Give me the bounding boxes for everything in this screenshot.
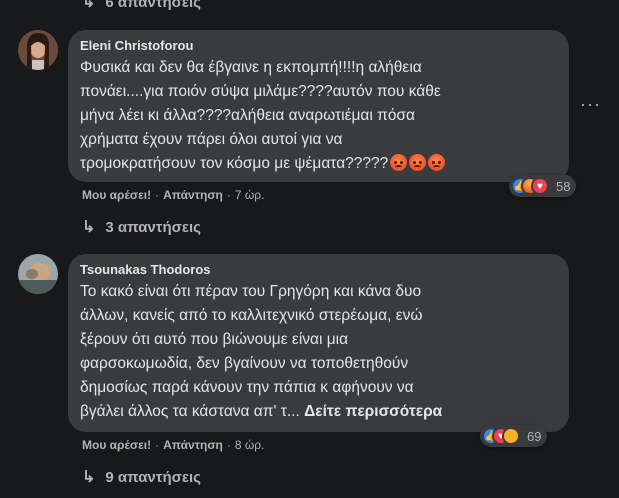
- reaction-icons: 👍 ♥: [482, 427, 520, 445]
- comment-line: Το κακό είναι ότι πέραν του Γρηγόρη και …: [80, 283, 422, 300]
- reaction-summary[interactable]: 👍 ♥ 58: [509, 175, 577, 197]
- angry-emoji-icon: [409, 154, 427, 171]
- comment-actions: Μου αρέσει! · Απάντηση · 7 ώρ.: [82, 188, 264, 202]
- comment-line: φαρσοκωμωδία, δεν βγαίνουν να τοποθετηθο…: [80, 355, 409, 372]
- view-replies-link[interactable]: ↳ 3 απαντήσεις: [82, 216, 201, 238]
- comment-author[interactable]: Eleni Christoforou: [80, 38, 557, 53]
- comment-text: Το κακό είναι ότι πέραν του Γρηγόρη και …: [80, 280, 557, 424]
- reaction-count: 58: [556, 178, 571, 194]
- comment-line: μήνα λέει κι άλλα????αλήθεια αναρωτιέμαι…: [80, 107, 415, 124]
- timestamp[interactable]: 8 ώρ.: [235, 438, 265, 452]
- comment-line: άλλων, κανείς από το καλλιτεχνικό στερέω…: [80, 307, 423, 324]
- comment-actions: Μου αρέσει! · Απάντηση · 8 ώρ.: [82, 438, 264, 452]
- love-reaction-icon: ♥: [531, 177, 549, 195]
- reply-arrow-icon: ↳: [82, 0, 96, 11]
- timestamp[interactable]: 7 ώρ.: [235, 188, 265, 202]
- reply-button[interactable]: Απάντηση: [163, 188, 223, 202]
- comment-text: Φυσικά και δεν θα έβγαινε η εκπομπή!!!!η…: [80, 56, 557, 176]
- angry-emoji-icon: [428, 154, 446, 171]
- comment-line: τρομοκρατήσουν τον κόσμο με ψέματα?????: [80, 152, 557, 176]
- replies-label: 3 απαντήσεις: [105, 218, 201, 236]
- more-options-icon[interactable]: ···: [580, 94, 601, 115]
- comment-line: ξέρουν ότι αυτό που βιώνουμε είναι μια: [80, 331, 349, 348]
- replies-label: 6 απαντήσεις: [105, 0, 201, 11]
- separator: ·: [226, 438, 231, 452]
- comment-line: Φυσικά και δεν θα έβγαινε η εκπομπή!!!!η…: [80, 59, 422, 76]
- reply-button[interactable]: Απάντηση: [163, 438, 223, 452]
- reaction-icons: 👍 ♥: [511, 177, 549, 195]
- comment-line: πονάει....για ποιόν σύψα μιλάμε????αυτόν…: [80, 83, 441, 100]
- view-replies-link[interactable]: ↳ 6 απαντήσεις: [82, 0, 201, 13]
- replies-label: 9 απαντήσεις: [105, 468, 201, 486]
- comment-line: χρήματα έχουν πάρει όλοι αυτοί για να: [80, 131, 343, 148]
- reaction-count: 69: [527, 428, 542, 444]
- comment-author[interactable]: Tsounakas Thodoros: [80, 262, 557, 277]
- avatar[interactable]: [18, 254, 58, 294]
- like-button[interactable]: Μου αρέσει!: [82, 188, 151, 202]
- separator: ·: [155, 438, 160, 452]
- comment-bubble: Eleni Christoforou Φυσικά και δεν θα έβγ…: [68, 30, 569, 182]
- separator: ·: [226, 188, 231, 202]
- comment-line: δημοσίως παρά κάνουν την πάπια κ αφήνουν…: [80, 379, 414, 396]
- comment-line-text: τρομοκρατήσουν τον κόσμο με ψέματα?????: [80, 155, 389, 172]
- view-replies-link[interactable]: ↳ 9 απαντήσεις: [82, 466, 201, 488]
- comment-line-text: βγάλει άλλος τα κάστανα απ' τ...: [80, 403, 300, 420]
- see-more-link[interactable]: Δείτε περισσότερα: [304, 403, 442, 420]
- angry-emoji-icon: [390, 154, 408, 171]
- separator: ·: [155, 188, 160, 202]
- comment-bubble: Tsounakas Thodoros Το κακό είναι ότι πέρ…: [68, 254, 569, 432]
- avatar[interactable]: [18, 30, 58, 70]
- reaction-summary[interactable]: 👍 ♥ 69: [480, 425, 548, 447]
- reply-arrow-icon: ↳: [82, 469, 96, 486]
- haha-reaction-icon: [502, 427, 520, 445]
- comment-line: βγάλει άλλος τα κάστανα απ' τ... Δείτε π…: [80, 400, 557, 424]
- like-button[interactable]: Μου αρέσει!: [82, 438, 151, 452]
- reply-arrow-icon: ↳: [82, 219, 96, 236]
